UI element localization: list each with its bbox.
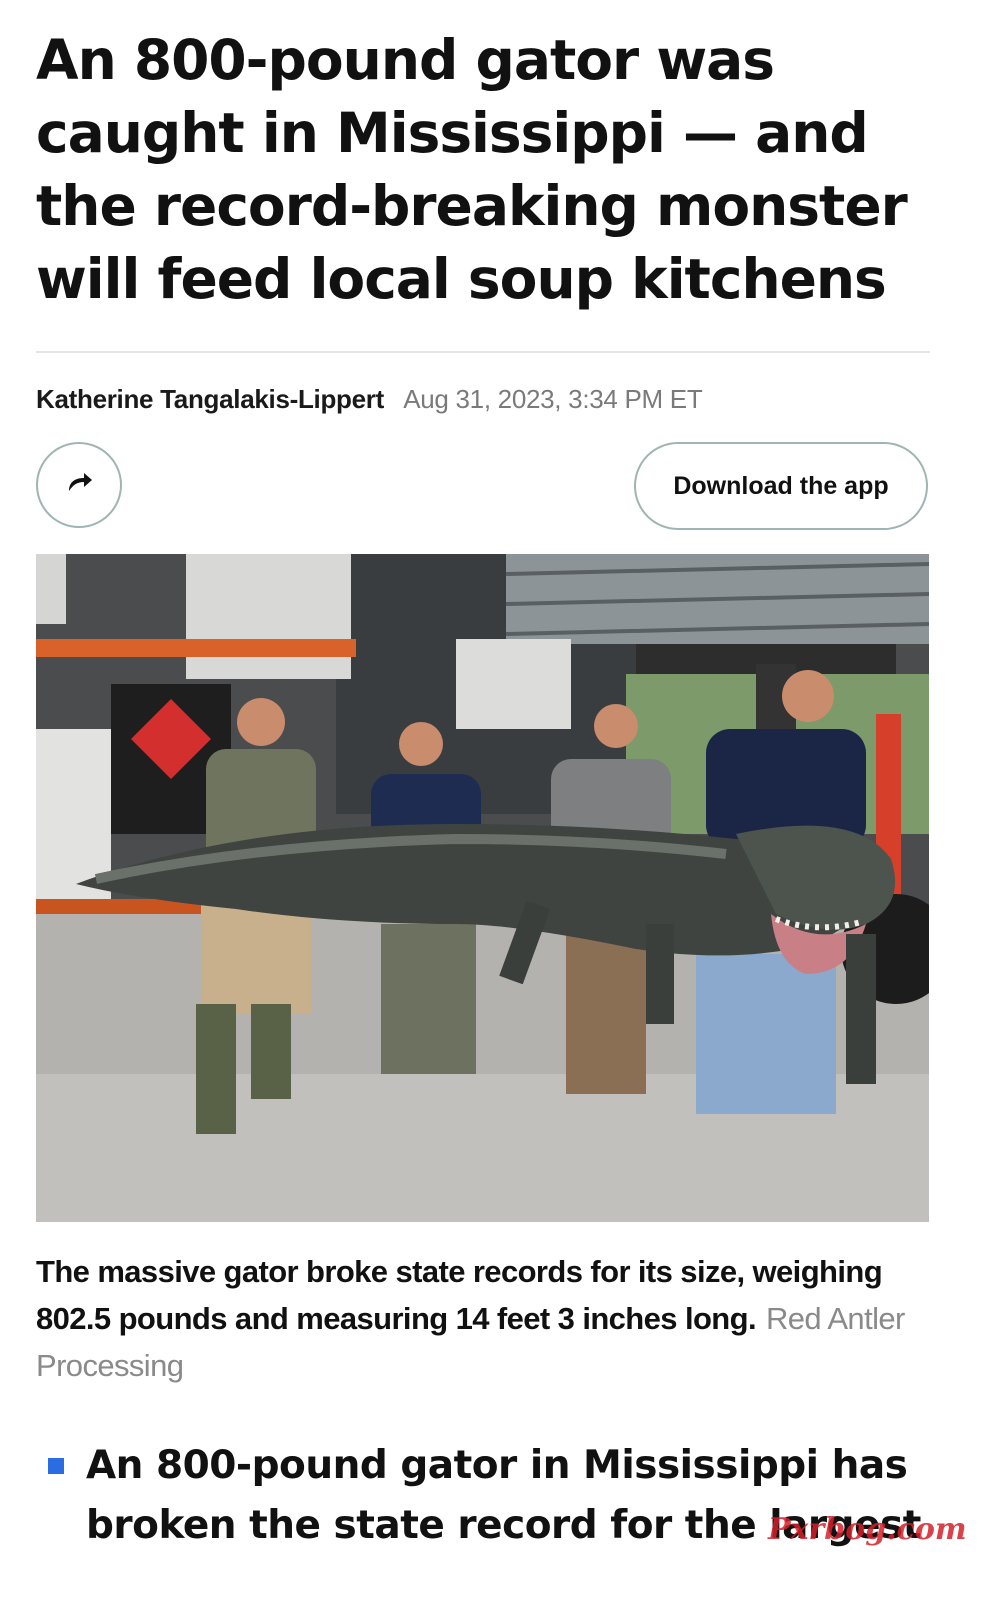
caption-text: The massive gator broke state records fo…: [36, 1254, 883, 1336]
publish-date: Aug 31, 2023, 3:34 PM ET: [403, 384, 703, 414]
share-arrow-icon: [63, 467, 95, 504]
share-button[interactable]: [36, 442, 122, 528]
headline: An 800-pound gator was caught in Mississ…: [36, 28, 908, 311]
divider: [36, 351, 930, 353]
article-header: An 800-pound gator was caught in Mississ…: [36, 0, 930, 316]
download-app-button[interactable]: Download the app: [634, 442, 928, 530]
byline: Katherine Tangalakis-Lippert Aug 31, 202…: [36, 382, 703, 416]
photo-caption: The massive gator broke state records fo…: [36, 1248, 936, 1389]
bullet-square-icon: [48, 1458, 64, 1474]
article-photo: [36, 554, 929, 1222]
author-name[interactable]: Katherine Tangalakis-Lippert: [36, 384, 384, 414]
watermark: Pxrbog.com: [768, 1512, 967, 1547]
